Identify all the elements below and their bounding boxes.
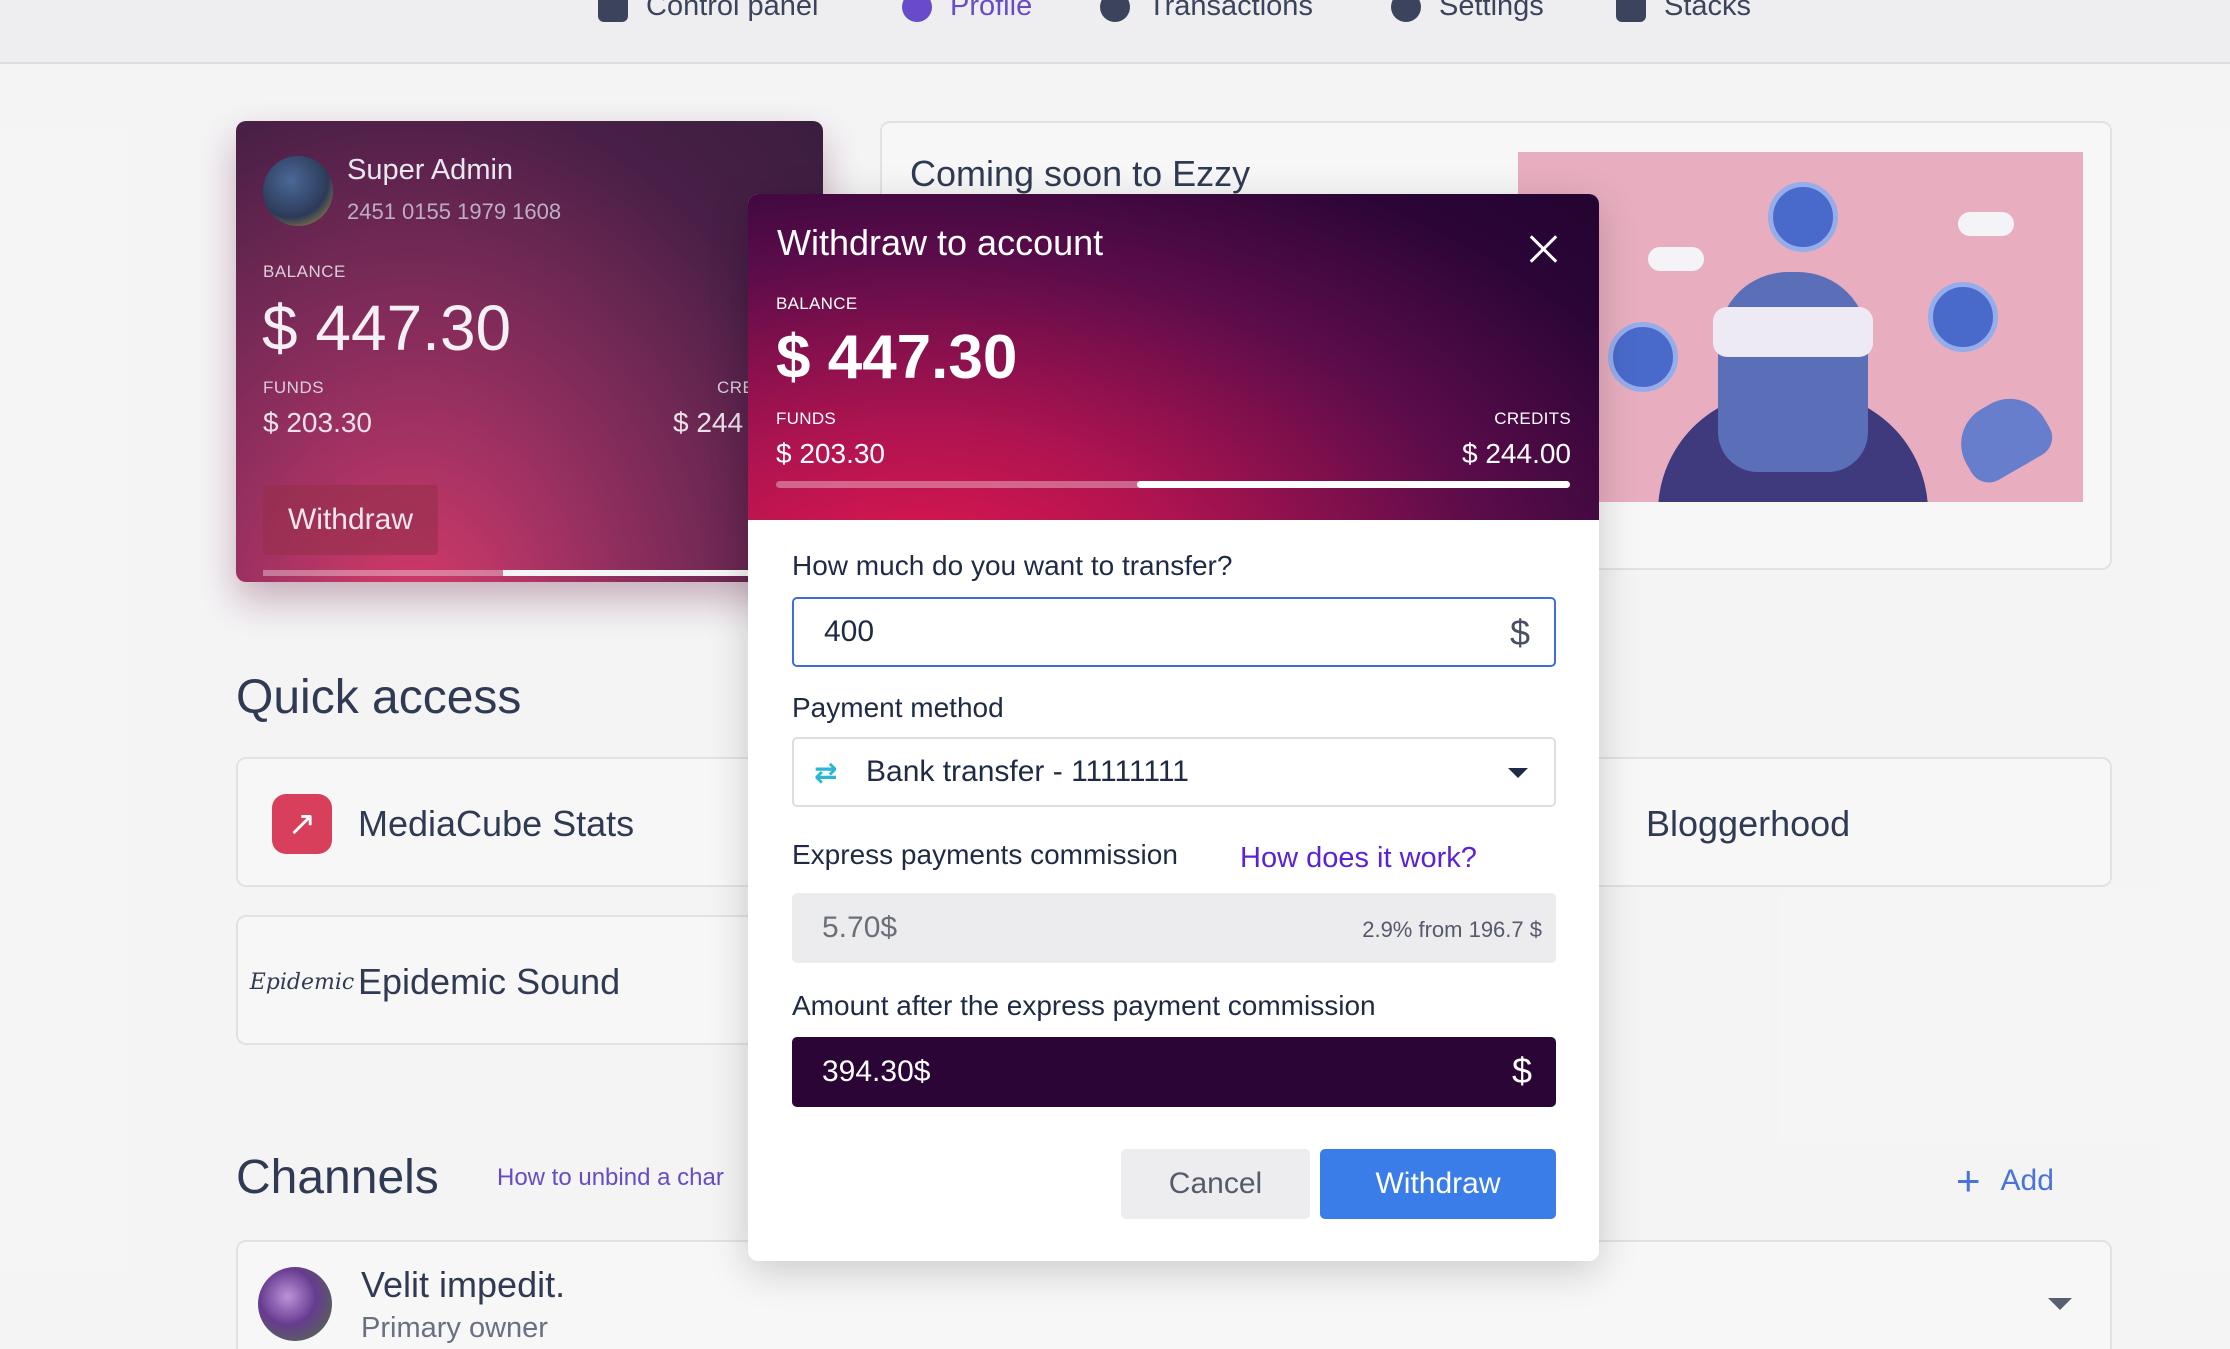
- balance-label: BALANCE: [776, 294, 858, 313]
- commission-field: 5.70$ 2.9% from 196.7 $: [792, 893, 1556, 963]
- dollar-icon: $: [1511, 1050, 1532, 1091]
- commission-value: 5.70$: [822, 911, 898, 944]
- payment-method-value: Bank transfer - 11111111: [866, 755, 1189, 788]
- dollar-icon: $: [1509, 612, 1530, 653]
- bank-transfer-icon: ⇄: [814, 757, 838, 788]
- after-commission-value: 394.30$: [822, 1055, 931, 1088]
- how-does-it-work-link[interactable]: How does it work?: [1240, 842, 1477, 875]
- withdraw-modal: Withdraw to account BALANCE $ 447.30 FUN…: [748, 194, 1599, 1261]
- funds-value: $ 203.30: [776, 438, 885, 469]
- credits-bar-fill: [1137, 481, 1570, 488]
- amount-input[interactable]: 400 $: [792, 597, 1556, 667]
- cancel-button[interactable]: Cancel: [1121, 1149, 1310, 1219]
- commission-label: Express payments commission: [792, 839, 1178, 870]
- modal-header: Withdraw to account BALANCE $ 447.30 FUN…: [748, 194, 1599, 520]
- after-commission-field: 394.30$ $: [792, 1037, 1556, 1107]
- close-icon[interactable]: [1528, 234, 1558, 264]
- balance-value: $ 447.30: [776, 323, 1018, 392]
- credits-value: $ 244.00: [1462, 438, 1571, 469]
- funds-credits-bar: [776, 481, 1570, 488]
- credits-label: CREDITS: [1494, 409, 1571, 428]
- payment-method-label: Payment method: [792, 692, 1004, 723]
- amount-label: How much do you want to transfer?: [792, 550, 1233, 581]
- amount-value: 400: [824, 615, 875, 648]
- withdraw-submit-button[interactable]: Withdraw: [1320, 1149, 1556, 1219]
- chevron-down-icon: [1508, 768, 1528, 778]
- modal-title: Withdraw to account: [777, 222, 1104, 263]
- after-commission-label: Amount after the express payment commiss…: [792, 990, 1376, 1021]
- payment-method-select[interactable]: ⇄ Bank transfer - 11111111: [792, 737, 1556, 807]
- funds-label: FUNDS: [776, 409, 837, 428]
- commission-note: 2.9% from 196.7 $: [1362, 917, 1542, 942]
